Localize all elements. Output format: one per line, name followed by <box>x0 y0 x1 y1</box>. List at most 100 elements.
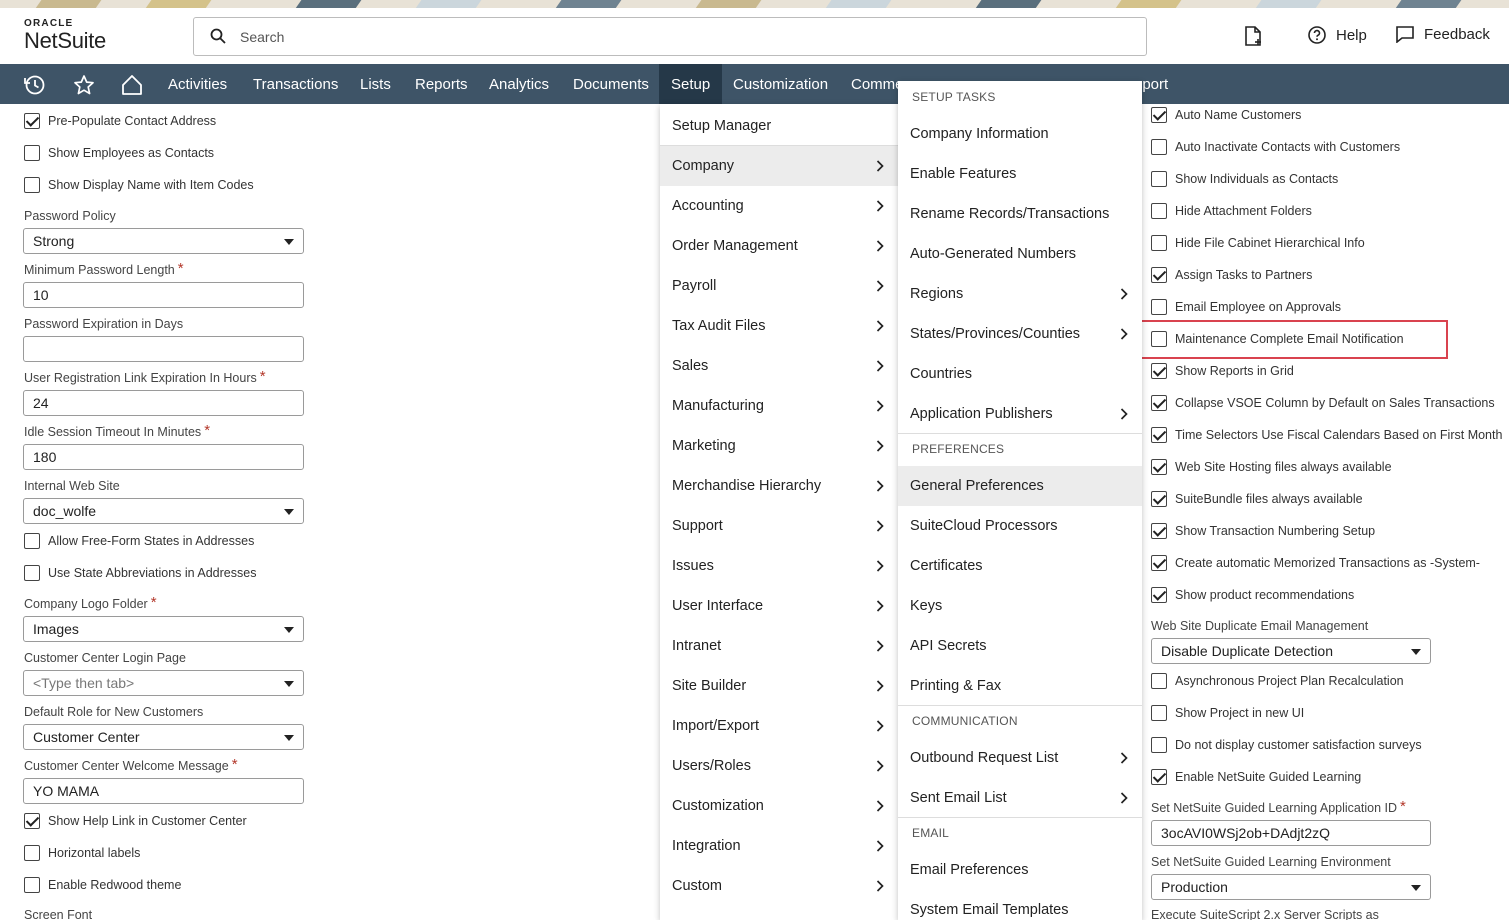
nav-customization[interactable]: Customization <box>721 64 840 104</box>
checkbox[interactable] <box>1151 673 1167 689</box>
idle-session-timeout-input[interactable]: 180 <box>23 444 304 470</box>
guided-learning-app-id-input[interactable]: 3ocAVI0WSj2ob+DAdjt2zQ <box>1151 820 1431 846</box>
checkbox[interactable] <box>24 877 40 893</box>
menu-manufacturing[interactable]: Manufacturing <box>660 386 898 426</box>
checkbox-suitebundle-files[interactable]: SuiteBundle files always available <box>1151 491 1363 507</box>
nav-transactions[interactable]: Transactions <box>241 64 350 104</box>
checkbox[interactable] <box>1151 139 1167 155</box>
checkbox-show-help-link[interactable]: Show Help Link in Customer Center <box>24 813 247 829</box>
checkbox[interactable] <box>1151 363 1167 379</box>
checkbox[interactable] <box>1151 203 1167 219</box>
menu-printing-fax[interactable]: Printing & Fax <box>898 666 1142 706</box>
feedback-button[interactable]: Feedback <box>1396 26 1490 43</box>
checkbox[interactable] <box>24 813 40 829</box>
checkbox-assign-tasks-to-partners[interactable]: Assign Tasks to Partners <box>1151 267 1312 283</box>
checkbox-hide-file-cabinet-info[interactable]: Hide File Cabinet Hierarchical Info <box>1151 235 1365 251</box>
menu-accounting[interactable]: Accounting <box>660 186 898 226</box>
checkbox[interactable] <box>1151 587 1167 603</box>
checkbox[interactable] <box>24 565 40 581</box>
welcome-message-input[interactable]: YO MAMA <box>23 778 304 804</box>
company-logo-folder-select[interactable]: Images <box>23 616 304 642</box>
netsuite-logo[interactable]: ORACLE NetSuite <box>24 18 106 53</box>
menu-customization[interactable]: Customization <box>660 786 898 826</box>
checkbox-show-individuals-as-contacts[interactable]: Show Individuals as Contacts <box>1151 171 1338 187</box>
checkbox[interactable] <box>1151 523 1167 539</box>
menu-users-roles[interactable]: Users/Roles <box>660 746 898 786</box>
menu-support[interactable]: Support <box>660 506 898 546</box>
help-button[interactable]: Help <box>1308 26 1367 44</box>
checkbox[interactable] <box>24 145 40 161</box>
checkbox-auto-inactivate-contacts[interactable]: Auto Inactivate Contacts with Customers <box>1151 139 1400 155</box>
nav-documents[interactable]: Documents <box>561 64 661 104</box>
favorites-star-icon[interactable] <box>73 74 95 96</box>
menu-rename-records[interactable]: Rename Records/Transactions <box>898 194 1142 234</box>
checkbox[interactable] <box>24 845 40 861</box>
home-icon[interactable] <box>121 74 143 96</box>
guided-learning-env-select[interactable]: Production <box>1151 874 1431 900</box>
checkbox[interactable] <box>1151 491 1167 507</box>
checkbox-show-display-name-item-codes[interactable]: Show Display Name with Item Codes <box>24 177 254 193</box>
recent-history-icon[interactable] <box>24 74 46 96</box>
menu-api-secrets[interactable]: API Secrets <box>898 626 1142 666</box>
menu-certificates[interactable]: Certificates <box>898 546 1142 586</box>
menu-company[interactable]: Company <box>660 146 898 186</box>
checkbox-enable-redwood-theme[interactable]: Enable Redwood theme <box>24 877 181 893</box>
menu-email-preferences[interactable]: Email Preferences <box>898 850 1142 890</box>
checkbox-allow-free-form-states[interactable]: Allow Free-Form States in Addresses <box>24 533 254 549</box>
duplicate-email-select[interactable]: Disable Duplicate Detection <box>1151 638 1431 664</box>
menu-keys[interactable]: Keys <box>898 586 1142 626</box>
checkbox[interactable] <box>1151 555 1167 571</box>
checkbox-time-selectors-fiscal[interactable]: Time Selectors Use Fiscal Calendars Base… <box>1151 427 1502 443</box>
registration-link-expiration-input[interactable]: 24 <box>23 390 304 416</box>
menu-tax-audit-files[interactable]: Tax Audit Files <box>660 306 898 346</box>
checkbox-collapse-vsoe-column[interactable]: Collapse VSOE Column by Default on Sales… <box>1151 395 1495 411</box>
checkbox[interactable] <box>1151 235 1167 251</box>
checkbox-hide-attachment-folders[interactable]: Hide Attachment Folders <box>1151 203 1312 219</box>
password-expiration-input[interactable] <box>23 336 304 362</box>
password-policy-select[interactable]: Strong <box>23 228 304 254</box>
checkbox-show-transaction-numbering[interactable]: Show Transaction Numbering Setup <box>1151 523 1375 539</box>
checkbox[interactable] <box>1151 107 1167 123</box>
checkbox[interactable] <box>1151 737 1167 753</box>
menu-site-builder[interactable]: Site Builder <box>660 666 898 706</box>
menu-outbound-request-list[interactable]: Outbound Request List <box>898 738 1142 778</box>
checkbox-auto-name-customers[interactable]: Auto Name Customers <box>1151 107 1301 123</box>
menu-regions[interactable]: Regions <box>898 274 1142 314</box>
menu-custom[interactable]: Custom <box>660 866 898 906</box>
menu-states-provinces[interactable]: States/Provinces/Counties <box>898 314 1142 354</box>
checkbox[interactable] <box>1151 171 1167 187</box>
checkbox-web-site-hosting-files[interactable]: Web Site Hosting files always available <box>1151 459 1392 475</box>
menu-sent-email-list[interactable]: Sent Email List <box>898 778 1142 818</box>
checkbox[interactable] <box>1151 299 1167 315</box>
menu-merchandise-hierarchy[interactable]: Merchandise Hierarchy <box>660 466 898 506</box>
checkbox[interactable] <box>1151 427 1167 443</box>
checkbox[interactable] <box>1151 705 1167 721</box>
customer-center-login-select[interactable]: <Type then tab> <box>23 670 304 696</box>
nav-reports[interactable]: Reports <box>403 64 480 104</box>
menu-setup-manager[interactable]: Setup Manager <box>660 106 898 146</box>
global-search[interactable] <box>193 17 1147 56</box>
min-password-length-input[interactable]: 10 <box>23 282 304 308</box>
menu-company-information[interactable]: Company Information <box>898 114 1142 154</box>
checkbox-show-project-new-ui[interactable]: Show Project in new UI <box>1151 705 1304 721</box>
recent-records-button[interactable] <box>1244 26 1272 46</box>
internal-web-site-select[interactable]: doc_wolfe <box>23 498 304 524</box>
checkbox-guided-learning[interactable]: Enable NetSuite Guided Learning <box>1151 769 1361 785</box>
menu-enable-features[interactable]: Enable Features <box>898 154 1142 194</box>
menu-suitecloud-processors[interactable]: SuiteCloud Processors <box>898 506 1142 546</box>
checkbox-pre-populate-contact-address[interactable]: Pre-Populate Contact Address <box>24 113 216 129</box>
menu-general-preferences[interactable]: General Preferences <box>898 466 1142 506</box>
menu-marketing[interactable]: Marketing <box>660 426 898 466</box>
menu-application-publishers[interactable]: Application Publishers <box>898 394 1142 434</box>
menu-system-email-templates[interactable]: System Email Templates <box>898 890 1142 920</box>
menu-order-management[interactable]: Order Management <box>660 226 898 266</box>
checkbox[interactable] <box>24 177 40 193</box>
checkbox[interactable] <box>24 113 40 129</box>
menu-intranet[interactable]: Intranet <box>660 626 898 666</box>
nav-analytics[interactable]: Analytics <box>477 64 561 104</box>
checkbox[interactable] <box>1151 769 1167 785</box>
nav-setup[interactable]: Setup <box>659 64 723 104</box>
checkbox-show-employees-as-contacts[interactable]: Show Employees as Contacts <box>24 145 214 161</box>
checkbox-horizontal-labels[interactable]: Horizontal labels <box>24 845 140 861</box>
menu-auto-generated-numbers[interactable]: Auto-Generated Numbers <box>898 234 1142 274</box>
